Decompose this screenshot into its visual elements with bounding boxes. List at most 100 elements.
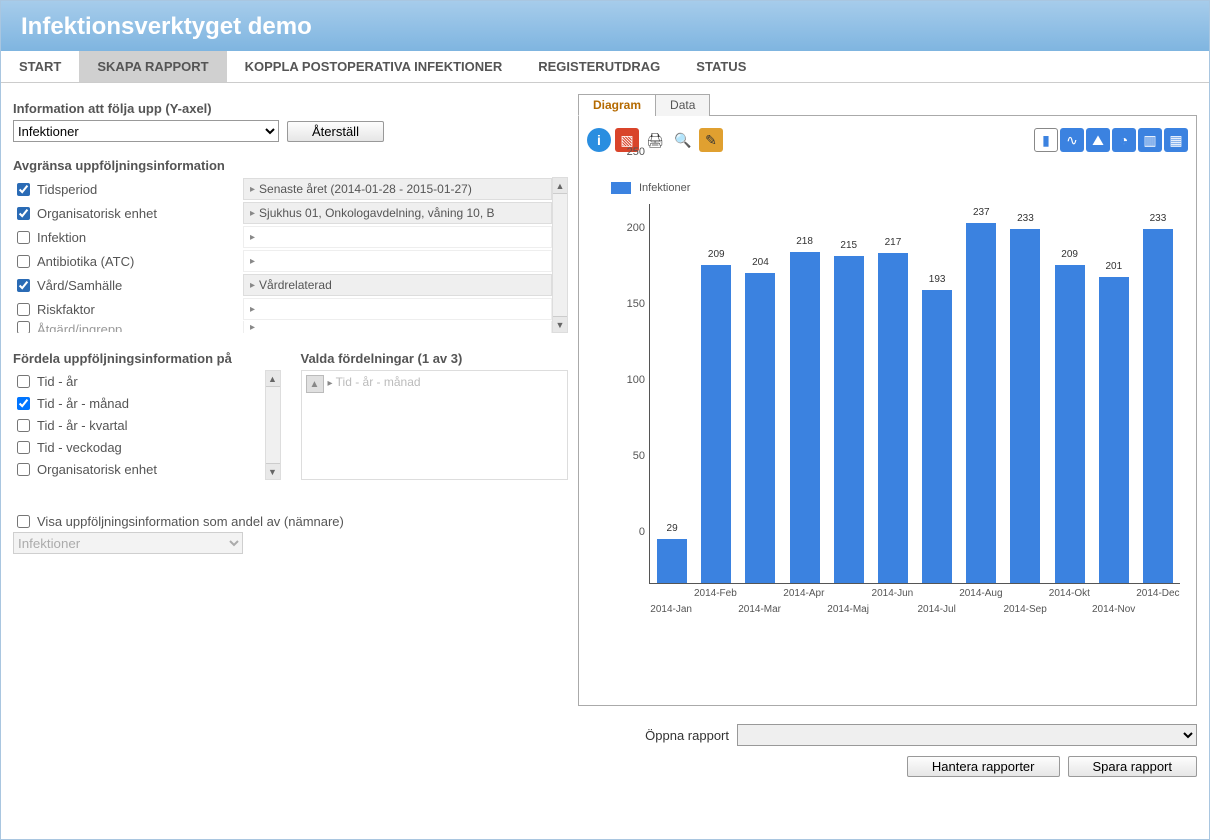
grouped-bar-icon[interactable]: ▦: [1164, 128, 1188, 152]
filter-checkbox[interactable]: [17, 231, 30, 244]
zoom-icon[interactable]: 🔍: [671, 128, 695, 152]
pie-chart-icon[interactable]: ◔: [1112, 128, 1136, 152]
y-tick: 200: [627, 222, 645, 234]
chevron-right-icon: ▸: [250, 184, 255, 195]
yaxis-select[interactable]: Infektioner: [13, 120, 279, 142]
x-tick-label: 2014-Jan: [650, 604, 692, 615]
bar-value-label: 215: [840, 240, 857, 251]
x-tick-label: 2014-Sep: [1003, 604, 1046, 615]
move-up-button[interactable]: ▲: [306, 375, 324, 393]
bar-wrap: 217: [871, 253, 915, 583]
filter-row: Antibiotika (ATC)▸: [13, 249, 552, 273]
filter-value[interactable]: ▸ Sjukhus 01, Onkologavdelning, våning 10…: [243, 202, 552, 224]
bar[interactable]: 217: [878, 253, 908, 583]
bar-value-label: 209: [1061, 249, 1078, 260]
filter-value[interactable]: ▸: [243, 298, 552, 320]
main-tab[interactable]: KOPPLA POSTOPERATIVA INFEKTIONER: [227, 51, 521, 82]
filter-checkbox[interactable]: [17, 207, 30, 220]
stacked-bar-icon[interactable]: ▥: [1138, 128, 1162, 152]
save-report-button[interactable]: Spara rapport: [1068, 756, 1198, 777]
filter-row: Åtgärd/ingrepp▸: [13, 321, 552, 333]
bar-wrap: 233: [1003, 229, 1047, 583]
chart-panel: i ▧ 🖨 🔍 ✎ ▮ ∿ ⛰ ◔ ▥ ▦: [578, 116, 1197, 706]
chevron-right-icon: ▸: [328, 378, 333, 389]
filter-value[interactable]: ▸: [243, 226, 552, 248]
status-tab[interactable]: STATUS: [678, 51, 1209, 82]
filter-checkbox[interactable]: [17, 183, 30, 196]
filter-value[interactable]: ▸: [243, 250, 552, 272]
chart-area: 0501001502002502920920421821521719323723…: [595, 204, 1180, 624]
scroll-down-icon[interactable]: ▼: [553, 316, 567, 332]
bar[interactable]: 209: [701, 265, 731, 583]
filter-value[interactable]: ▸Vårdrelaterad: [243, 274, 552, 296]
scroll-down-icon[interactable]: ▼: [266, 463, 280, 479]
bar[interactable]: 204: [745, 273, 775, 583]
yaxis-label: Information att följa upp (Y-axel): [13, 101, 568, 116]
distribution-scrollbar[interactable]: ▲ ▼: [265, 370, 281, 480]
chevron-right-icon: ▸: [250, 232, 255, 243]
main-tab[interactable]: REGISTERUTDRAG: [520, 51, 678, 82]
chart-tab[interactable]: Diagram: [578, 94, 656, 116]
distribution-checkbox[interactable]: [17, 463, 30, 476]
bar[interactable]: 233: [1010, 229, 1040, 583]
main-tab[interactable]: START: [1, 51, 79, 82]
filter-checkbox[interactable]: [17, 279, 30, 292]
chart-tab[interactable]: Data: [655, 94, 710, 116]
filter-checkbox[interactable]: [17, 303, 30, 316]
filter-label: Riskfaktor: [37, 302, 95, 317]
line-chart-icon[interactable]: ∿: [1060, 128, 1084, 152]
distribution-heading: Fördela uppföljningsinformation på: [13, 351, 281, 366]
bar[interactable]: 233: [1143, 229, 1173, 583]
filters-heading: Avgränsa uppföljningsinformation: [13, 158, 568, 173]
filter-scrollbar[interactable]: ▲ ▼: [552, 177, 568, 333]
filter-value[interactable]: ▸: [243, 321, 552, 333]
bar-wrap: 218: [783, 252, 827, 583]
x-tick-label: 2014-Dec: [1136, 588, 1179, 599]
bar[interactable]: 237: [966, 223, 996, 583]
bar[interactable]: 218: [790, 252, 820, 583]
chevron-right-icon: ▸: [250, 322, 255, 333]
bar-wrap: 204: [738, 273, 782, 583]
bar[interactable]: 201: [1099, 277, 1129, 583]
bar[interactable]: 215: [834, 256, 864, 583]
chart-toolbar: i ▧ 🖨 🔍 ✎ ▮ ∿ ⛰ ◔ ▥ ▦: [587, 128, 1188, 152]
legend-label: Infektioner: [639, 182, 690, 194]
distribution-checkbox[interactable]: [17, 397, 30, 410]
bar[interactable]: 193: [922, 290, 952, 583]
main-tab[interactable]: SKAPA RAPPORT: [79, 51, 226, 82]
chevron-right-icon: ▸: [250, 208, 255, 219]
scroll-up-icon[interactable]: ▲: [266, 371, 280, 387]
area-chart-icon[interactable]: ⛰: [1086, 128, 1110, 152]
bar-value-label: 201: [1105, 261, 1122, 272]
denominator-label: Visa uppföljningsinformation som andel a…: [37, 514, 344, 529]
filter-checkbox[interactable]: [17, 321, 30, 333]
x-tick-label: 2014-Apr: [783, 588, 824, 599]
bar-wrap: 233: [1136, 229, 1180, 583]
info-icon[interactable]: i: [587, 128, 611, 152]
bar-wrap: 201: [1092, 277, 1136, 583]
distribution-checkbox[interactable]: [17, 375, 30, 388]
manage-reports-button[interactable]: Hantera rapporter: [907, 756, 1060, 777]
filter-label: Organisatorisk enhet: [37, 206, 157, 221]
x-tick-label: 2014-Jun: [872, 588, 914, 599]
bar-wrap: 193: [915, 290, 959, 583]
bar-value-label: 218: [796, 236, 813, 247]
edit-icon[interactable]: ✎: [699, 128, 723, 152]
distribution-checkbox[interactable]: [17, 441, 30, 454]
scroll-up-icon[interactable]: ▲: [553, 178, 567, 194]
filter-checkbox[interactable]: [17, 255, 30, 268]
filter-value-text: Sjukhus 01, Onkologavdelning, våning 10,…: [259, 206, 495, 220]
selected-distribution-item: Tid - år - månad: [336, 375, 421, 389]
denominator-checkbox[interactable]: [17, 515, 30, 528]
distribution-checkbox[interactable]: [17, 419, 30, 432]
open-report-select[interactable]: [737, 724, 1197, 746]
chart-legend: Infektioner: [611, 182, 1188, 194]
x-tick-label: 2014-Mar: [738, 604, 781, 615]
bar[interactable]: 29: [657, 539, 687, 583]
reset-button[interactable]: Återställ: [287, 121, 384, 142]
bar[interactable]: 209: [1055, 265, 1085, 583]
filter-value[interactable]: ▸Senaste året (2014-01-28 - 2015-01-27): [243, 178, 552, 200]
bar-chart-icon[interactable]: ▮: [1034, 128, 1058, 152]
bar-value-label: 233: [1150, 213, 1167, 224]
print-icon[interactable]: 🖨: [643, 128, 667, 152]
